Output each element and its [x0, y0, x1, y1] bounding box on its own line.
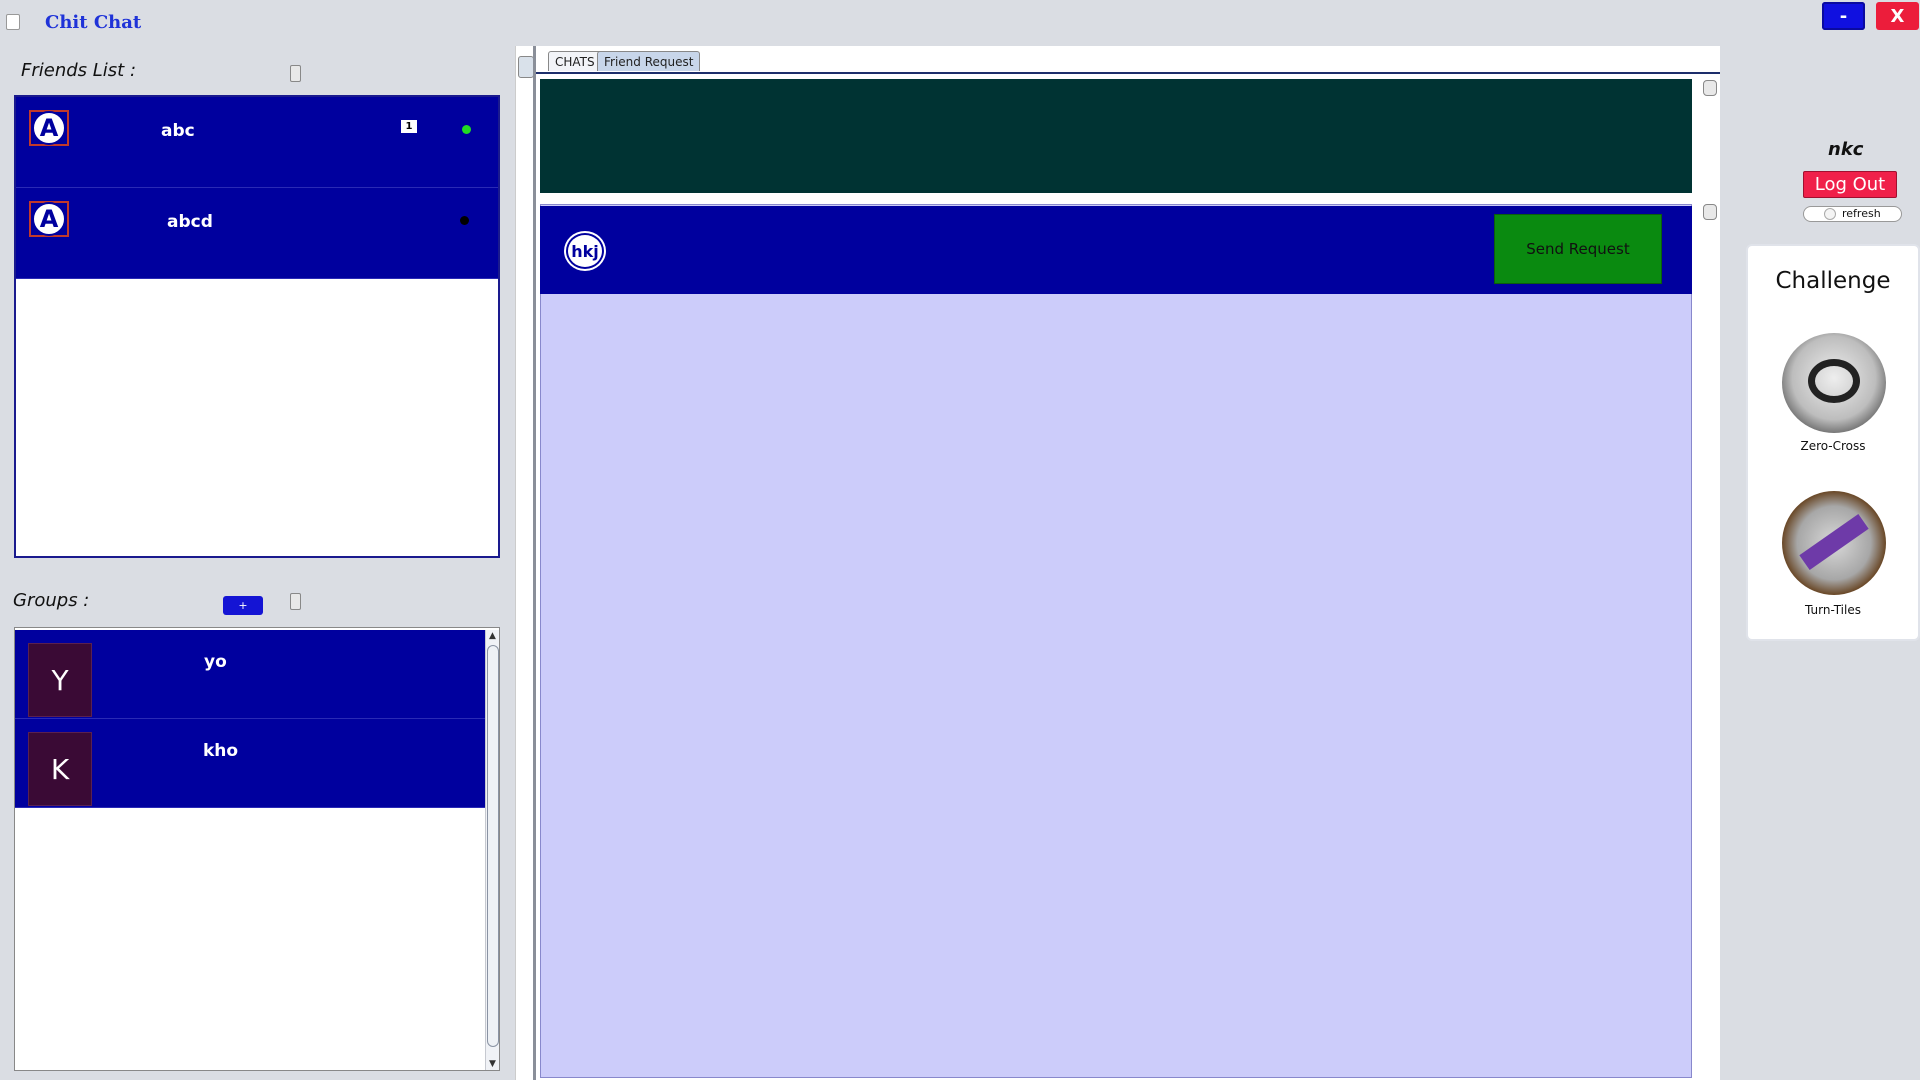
challenge-title: Challenge [1775, 268, 1891, 294]
zero-cross-game-icon[interactable] [1782, 333, 1886, 433]
scroll-up-icon[interactable]: ▲ [487, 630, 498, 642]
turn-tiles-game-icon[interactable] [1782, 491, 1886, 595]
scroll-thumb[interactable] [487, 645, 499, 1047]
app-title: Chit Chat [45, 12, 142, 33]
minimize-button[interactable]: - [1822, 2, 1865, 30]
friends-list-label: Friends List : [21, 60, 137, 81]
toggle-knob-icon [1824, 208, 1836, 220]
groups-scrollbar[interactable]: ▲ ▼ [485, 630, 499, 1070]
friend-avatar: A [29, 201, 69, 237]
group-avatar: Y [28, 643, 92, 717]
refresh-toggle[interactable]: refresh [1803, 206, 1902, 222]
group-name: kho [203, 741, 239, 761]
app-icon [6, 14, 20, 30]
friend-avatar: A [29, 110, 69, 146]
group-item-yo[interactable]: Y yo [15, 630, 485, 719]
divider-handle[interactable] [1703, 204, 1717, 220]
unread-count-badge: 1 [401, 120, 417, 133]
current-user-name: nkc [1828, 139, 1864, 160]
friends-list: A abc 1 A abcd [14, 95, 500, 558]
tab-bar: CHATS Friend Request [536, 46, 1720, 74]
refresh-label: refresh [1842, 207, 1881, 220]
group-name: yo [204, 652, 227, 672]
friend-name: abc [161, 121, 195, 141]
friend-name: abcd [167, 212, 213, 232]
splitter-handle[interactable] [518, 56, 534, 78]
scroll-down-icon[interactable]: ▼ [487, 1058, 498, 1070]
close-button[interactable]: X [1876, 2, 1919, 30]
groups-label: Groups : [13, 590, 90, 611]
friend-item-abcd[interactable]: A abcd [16, 188, 498, 279]
groups-delete-icon[interactable] [290, 593, 301, 610]
groups-list: Y yo K kho [14, 627, 500, 1071]
divider-handle[interactable] [1703, 80, 1717, 96]
turn-tiles-label: Turn-Tiles [1805, 603, 1861, 617]
online-status-icon [462, 125, 471, 134]
tab-chats[interactable]: CHATS [548, 51, 602, 71]
offline-status-icon [460, 216, 469, 225]
tab-friend-request[interactable]: Friend Request [597, 51, 701, 71]
add-group-button[interactable]: + [223, 596, 263, 615]
friend-request-panel [540, 204, 1692, 1078]
send-request-button[interactable]: Send Request [1494, 214, 1662, 284]
logout-button[interactable]: Log Out [1803, 171, 1897, 198]
friends-delete-icon[interactable] [290, 65, 301, 82]
top-panel [540, 79, 1692, 193]
zero-cross-label: Zero-Cross [1800, 439, 1866, 453]
requester-avatar: hkj [566, 233, 604, 269]
group-item-kho[interactable]: K kho [15, 719, 485, 808]
group-avatar: K [28, 732, 92, 806]
friend-item-abc[interactable]: A abc 1 [16, 97, 498, 188]
panel-splitter[interactable] [515, 46, 536, 1080]
